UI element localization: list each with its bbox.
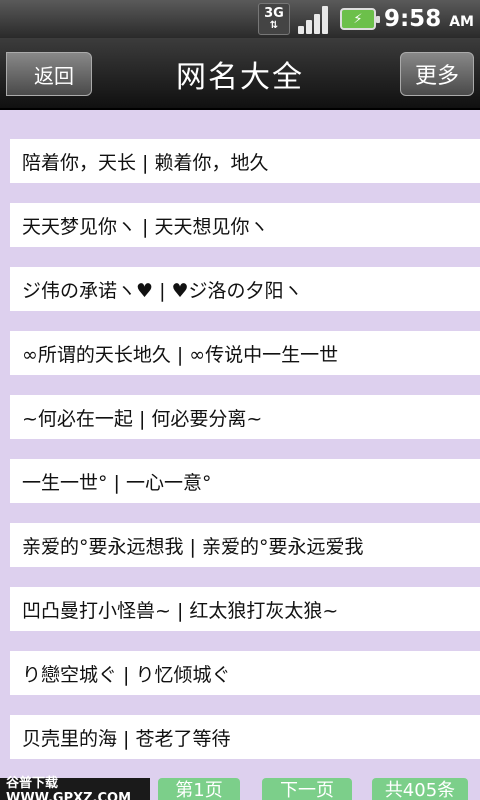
list-item[interactable]: ~何必在一起 | 何必要分离~	[10, 395, 480, 439]
list-item[interactable]: ∞所谓的天长地久 | ∞传说中一生一世	[10, 331, 480, 375]
list-item[interactable]: 天天梦见你ヽ | 天天想见你ヽ	[10, 203, 480, 247]
list-item[interactable]: り戀空城ぐ | り忆倾城ぐ	[10, 651, 480, 695]
network-3g-icon: 3G ⇅	[257, 3, 290, 35]
total-count: 共405条	[372, 778, 468, 800]
pagination-bar: 谷普下载 WWW.GPXZ.COM 第1页 下一页 共405条	[0, 776, 480, 800]
more-button[interactable]: 更多	[400, 52, 474, 96]
back-button-label: 返回	[34, 63, 74, 88]
list-item[interactable]: 亲爱的°要永远想我 | 亲爱的°要永远爱我	[10, 523, 480, 567]
list-item[interactable]: ジ伟の承诺ヽ♥ | ♥ジ洛の夕阳ヽ	[10, 267, 480, 311]
back-button[interactable]: 返回	[6, 52, 92, 96]
title-bar: 网名大全 返回 更多	[0, 38, 480, 110]
status-bar: 3G ⇅ ⚡ 9:58 AM	[0, 0, 480, 38]
battery-charging-icon: ⚡	[339, 8, 380, 30]
clock-ampm: AM	[449, 14, 474, 30]
watermark: 谷普下载 WWW.GPXZ.COM	[0, 776, 150, 800]
page-indicator[interactable]: 第1页	[158, 778, 240, 800]
signal-strength-icon	[297, 4, 332, 34]
list-item[interactable]: 凹凸曼打小怪兽~ | 红太狼打灰太狼~	[10, 587, 480, 631]
clock: 9:58 AM	[384, 6, 474, 32]
data-arrows-icon: ⇅	[269, 20, 279, 31]
clock-time: 9:58	[383, 6, 442, 32]
next-page-button[interactable]: 下一页	[262, 778, 352, 800]
list-item[interactable]: 一生一世° | 一心一意°	[10, 459, 480, 503]
list-item[interactable]: 陪着你，天长 | 赖着你，地久	[10, 139, 480, 183]
list-item[interactable]: 贝壳里的海 | 苍老了等待	[10, 715, 480, 759]
network-label: 3G	[264, 6, 284, 21]
